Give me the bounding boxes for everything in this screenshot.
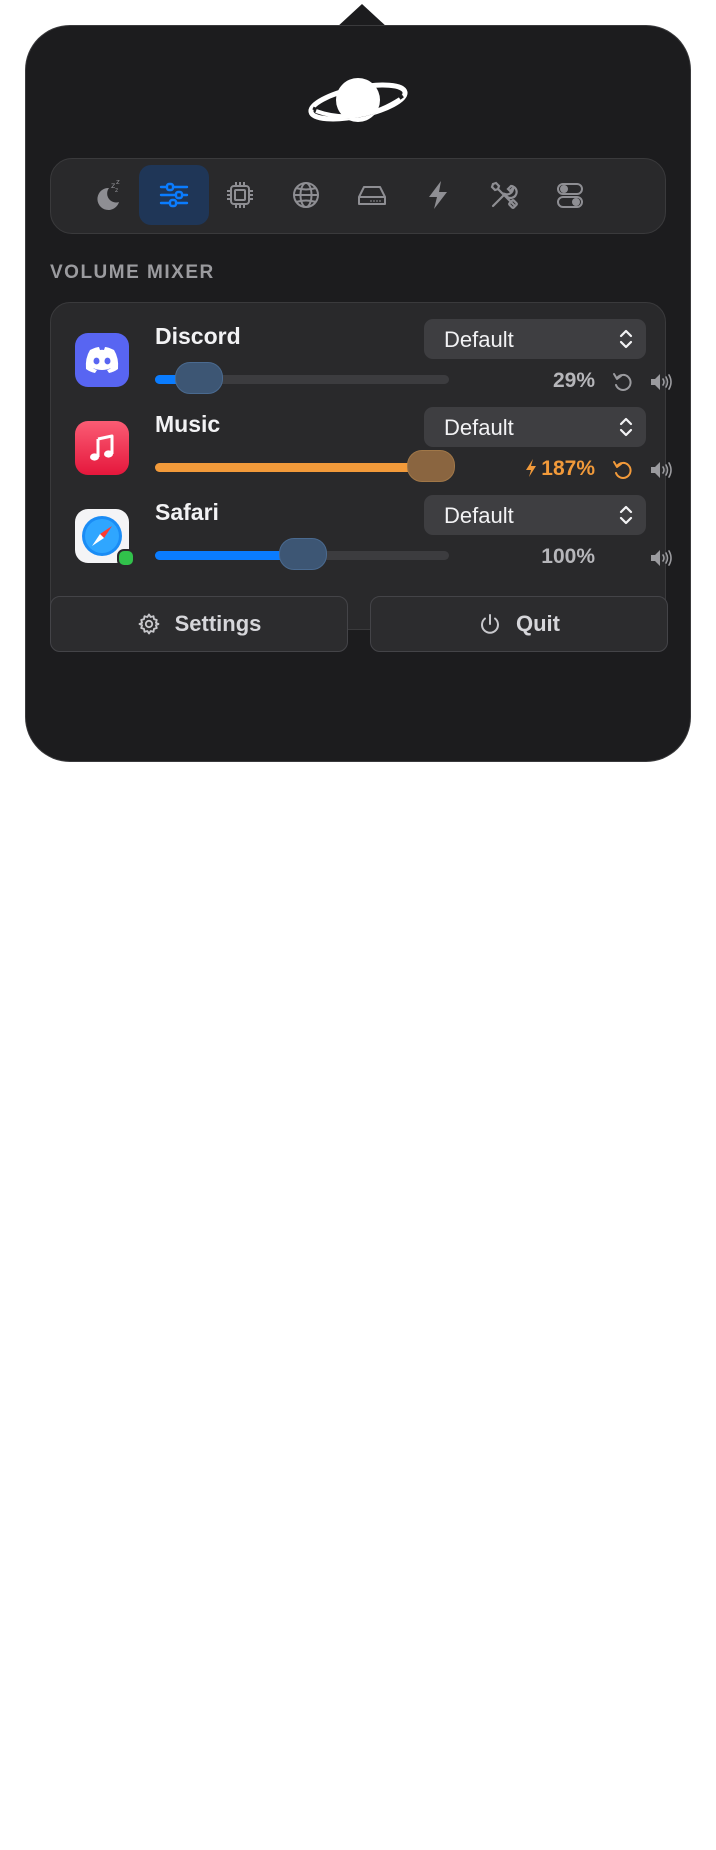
app-name: Music — [155, 411, 221, 437]
boost-bolt-icon — [526, 459, 537, 477]
volume-slider-fill — [155, 463, 430, 472]
drive-icon — [358, 186, 386, 205]
volume-percent: 29% — [552, 369, 595, 392]
svg-text:z: z — [116, 178, 120, 186]
reset-volume-icon[interactable] — [611, 459, 633, 481]
discord-app-icon — [75, 333, 129, 387]
output-device-select[interactable]: Default — [424, 319, 646, 359]
up-down-chevron-icon — [619, 417, 633, 437]
tab-toggles[interactable] — [535, 165, 605, 225]
app-name: Safari — [155, 499, 219, 525]
bolt-icon — [429, 181, 447, 209]
cpu-chip-icon — [227, 182, 253, 208]
gear-icon — [138, 613, 159, 635]
output-device-select[interactable]: Default — [424, 407, 646, 447]
up-down-chevron-icon — [619, 505, 633, 525]
tab-sleep[interactable]: z z z — [73, 165, 143, 225]
volume-percent: 100% — [541, 545, 595, 568]
reset-volume-icon[interactable] — [611, 371, 633, 393]
sliders-icon — [159, 182, 189, 208]
app-row-safari: Safari Default 100% — [51, 487, 672, 591]
quit-label: Quit — [516, 611, 560, 636]
volume-slider[interactable] — [155, 362, 449, 394]
menubar-popover: z z z VOLUME MIXER Discord Default 29% M… — [26, 0, 690, 766]
output-device-value: Default — [444, 327, 514, 352]
tab-disk[interactable] — [337, 165, 407, 225]
volume-slider-thumb[interactable] — [279, 538, 327, 570]
output-device-value: Default — [444, 503, 514, 528]
popover-arrow — [336, 4, 388, 28]
quit-button[interactable]: Quit — [370, 596, 668, 652]
volume-slider-thumb[interactable] — [407, 450, 455, 482]
volume-slider[interactable] — [155, 450, 455, 482]
output-device-select[interactable]: Default — [424, 495, 646, 535]
active-dot-icon — [117, 549, 135, 567]
tab-tools[interactable] — [469, 165, 539, 225]
safari-app-icon — [75, 509, 135, 567]
music-app-icon — [75, 421, 129, 475]
moon-zzz-icon: z z z — [97, 178, 120, 210]
up-down-chevron-icon — [619, 329, 633, 349]
section-title: VOLUME MIXER — [50, 262, 215, 283]
output-device-value: Default — [444, 415, 514, 440]
volume-slider-thumb[interactable] — [175, 362, 223, 394]
settings-button[interactable]: Settings — [50, 596, 348, 652]
speaker-icon[interactable] — [649, 547, 673, 569]
settings-label: Settings — [174, 611, 262, 636]
svg-text:z: z — [115, 187, 118, 194]
popover-panel: z z z VOLUME MIXER Discord Default 29% M… — [26, 26, 690, 761]
volume-slider[interactable] — [155, 538, 449, 570]
tools-icon — [490, 181, 518, 209]
tab-network[interactable] — [271, 165, 341, 225]
feature-tabbar: z z z — [50, 158, 666, 234]
globe-icon — [293, 182, 319, 208]
volume-percent: 187% — [541, 457, 595, 480]
power-icon — [481, 614, 499, 634]
tab-volume-mixer[interactable] — [139, 165, 209, 225]
saturn-logo-icon — [308, 78, 408, 122]
volume-mixer-panel: Discord Default 29% Music Default 187% S… — [50, 302, 672, 630]
app-name: Discord — [155, 323, 241, 349]
toggles-icon — [557, 183, 583, 208]
speaker-icon[interactable] — [649, 459, 673, 481]
speaker-icon[interactable] — [649, 371, 673, 393]
tab-power[interactable] — [403, 165, 473, 225]
tab-cpu[interactable] — [205, 165, 275, 225]
volume-percent-boosted: 187% — [491, 457, 595, 481]
